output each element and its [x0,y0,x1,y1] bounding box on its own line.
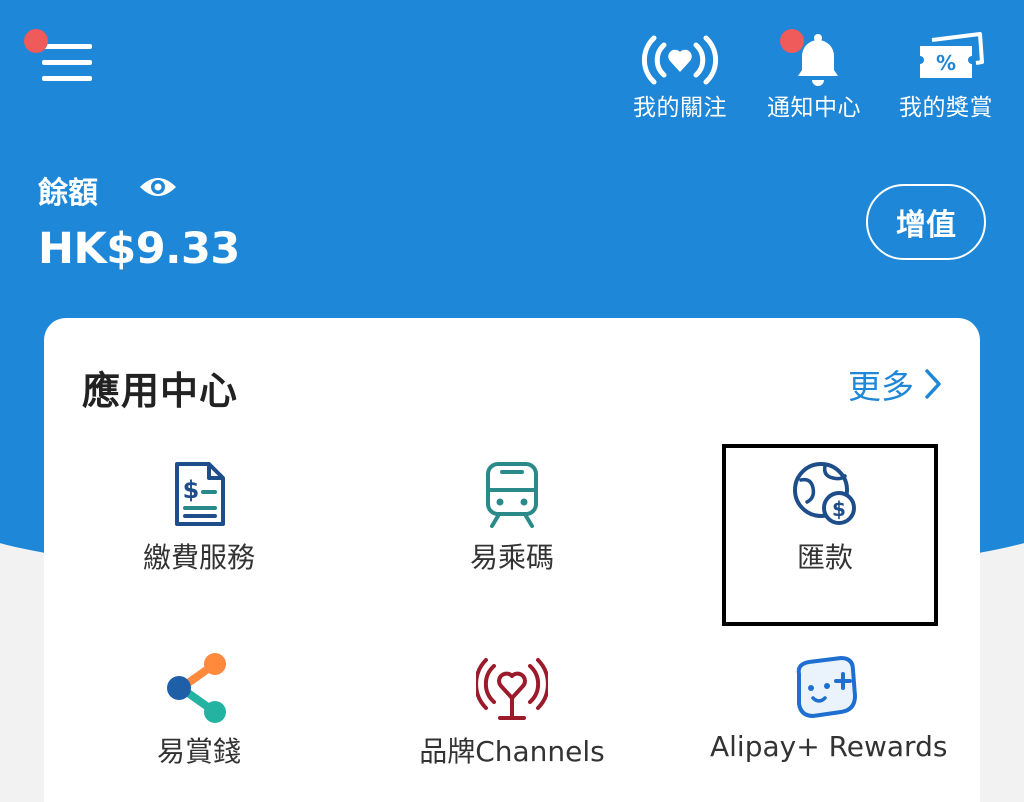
bill-payment-icon: $ [163,458,235,530]
app-center-title: 應用中心 [82,369,239,413]
tile-label: 繳費服務 [142,541,255,574]
my-rewards-button[interactable]: % 我的獎賞 [886,30,1006,130]
menu-badge-dot [24,29,48,53]
tile-label: 易賞錢 [156,735,241,768]
my-follows-label: 我的關注 [633,95,727,121]
tile-transit-code[interactable]: 易乘碼 [397,458,627,576]
svg-text:$: $ [183,476,200,504]
app-home-screen: 我的關注 通知中心 % 我的獎賞 餘額 HK$9.33 增值 應用中心 更多 $… [0,0,1024,802]
tile-bill-payment[interactable]: $ 繳費服務 [84,458,314,576]
notification-center-label: 通知中心 [767,95,861,121]
menu-button[interactable] [24,29,94,86]
notification-center-button[interactable]: 通知中心 [754,29,874,130]
tile-label: 易乘碼 [469,541,554,574]
train-icon [476,458,548,530]
notification-badge-dot [780,29,804,53]
heart-broadcast-icon [640,30,720,90]
tile-label: Alipay+ Rewards [710,730,948,763]
rewards-face-icon [789,652,861,724]
menu-bar [42,76,92,81]
balance-label: 餘額 [38,176,98,211]
brand-channels-icon [474,652,550,724]
tile-alipay-rewards[interactable]: Alipay+ Rewards [710,652,948,763]
top-up-button[interactable]: 增值 [866,184,986,260]
coupon-icon: % [906,30,986,90]
tile-label: 品牌Channels [419,735,605,768]
menu-bar [42,44,92,49]
selection-highlight [722,444,938,626]
tile-brand-channels[interactable]: 品牌Channels [397,652,627,770]
menu-bar [42,60,92,65]
bell-icon [774,29,854,90]
eye-icon[interactable] [138,172,178,202]
share-nodes-icon [163,652,235,724]
svg-text:%: % [936,51,956,75]
chevron-right-icon [925,369,941,399]
tile-easy-rewards[interactable]: 易賞錢 [84,652,314,770]
balance-amount: HK$9.33 [38,224,240,274]
my-follows-button[interactable]: 我的關注 [620,30,740,130]
my-rewards-label: 我的獎賞 [899,95,993,121]
more-label: 更多 [848,367,914,406]
more-link[interactable]: 更多 [848,360,944,408]
